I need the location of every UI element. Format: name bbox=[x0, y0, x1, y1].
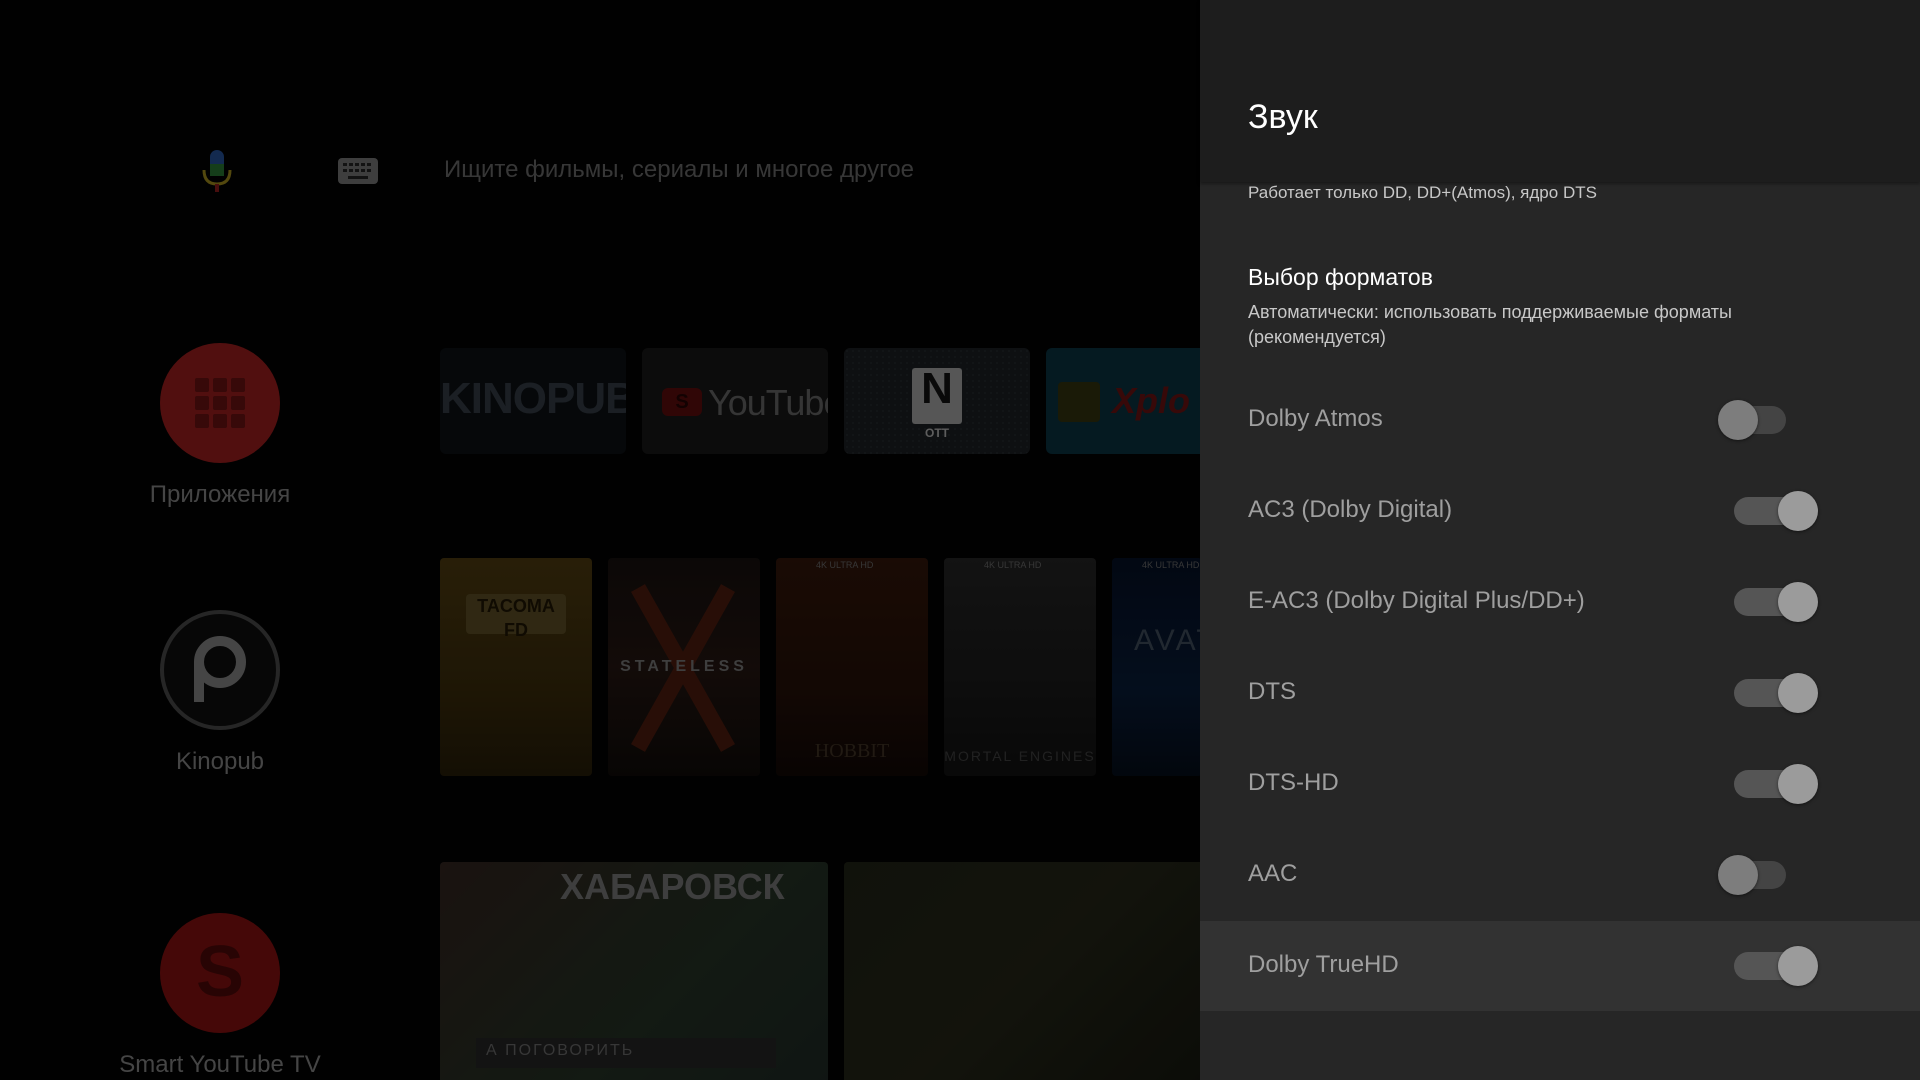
panel-title: Звук bbox=[1248, 98, 1318, 136]
kinopub-logo-icon bbox=[160, 610, 280, 730]
kinopub-shortcut[interactable]: Kinopub bbox=[110, 610, 330, 776]
xplore-tile-logo: Xplo bbox=[1112, 380, 1190, 421]
poster-hobbit[interactable]: 4K ULTRA HD HOBBIT bbox=[776, 558, 928, 776]
format-toggle[interactable] bbox=[1200, 375, 1920, 465]
format-selection-title[interactable]: Выбор форматов bbox=[1248, 264, 1433, 291]
launcher-home: Ищите фильмы, сериалы и многое другое Пр… bbox=[0, 0, 1200, 1080]
apps-grid-icon bbox=[160, 343, 280, 463]
format-toggle[interactable] bbox=[1200, 466, 1920, 556]
kinopub-label: Kinopub bbox=[175, 748, 265, 775]
apps-shortcut[interactable]: Приложения bbox=[110, 343, 330, 509]
format-row-aac[interactable]: AAC bbox=[1200, 830, 1920, 920]
format-row-dolby-truehd[interactable]: Dolby TrueHD bbox=[1200, 921, 1920, 1011]
youtube-app-tile[interactable]: S YouTube bbox=[642, 348, 828, 454]
format-row-ac3[interactable]: AC3 (Dolby Digital) bbox=[1200, 466, 1920, 556]
kinopub-app-tile[interactable]: KINOPUB bbox=[440, 348, 626, 454]
format-row-dolby-atmos[interactable]: Dolby Atmos bbox=[1200, 375, 1920, 465]
microphone-icon[interactable] bbox=[200, 150, 234, 194]
poster-avatar[interactable]: 4K ULTRA HD AVAT bbox=[1112, 558, 1200, 776]
format-row-eac3[interactable]: E-AC3 (Dolby Digital Plus/DD+) bbox=[1200, 557, 1920, 647]
n-ott-app-tile[interactable]: N OTT bbox=[844, 348, 1030, 454]
youtube-tile-logo: YouTube bbox=[708, 382, 828, 423]
format-toggle[interactable] bbox=[1200, 648, 1920, 738]
sound-settings-panel: Звук Работает только DD, DD+(Atmos), ядр… bbox=[1200, 0, 1920, 1080]
poster-mortal-engines[interactable]: 4K ULTRA HD MORTAL ENGINES bbox=[944, 558, 1096, 776]
format-toggle[interactable] bbox=[1200, 921, 1920, 1011]
format-row-dts-hd[interactable]: DTS-HD bbox=[1200, 739, 1920, 829]
wildlife-video-card[interactable] bbox=[844, 862, 1200, 1080]
smart-youtube-logo-icon: S bbox=[160, 913, 280, 1033]
kinopub-tile-logo: KINOPUB bbox=[440, 374, 626, 423]
xplore-logo-icon bbox=[1058, 382, 1100, 422]
passthrough-note: Работает только DD, DD+(Atmos), ядро DTS bbox=[1248, 183, 1597, 202]
smart-youtube-label: Smart YouTube TV bbox=[119, 1051, 321, 1078]
format-toggle[interactable] bbox=[1200, 739, 1920, 829]
format-row-dts[interactable]: DTS bbox=[1200, 648, 1920, 738]
format-selection-description: Автоматически: использовать поддерживаем… bbox=[1248, 302, 1732, 347]
search-input[interactable]: Ищите фильмы, сериалы и многое другое bbox=[444, 156, 914, 184]
youtube-play-icon: S bbox=[662, 388, 702, 416]
poster-tacoma-fd[interactable]: TACOMA FD bbox=[440, 558, 592, 776]
poster-stateless[interactable]: STATELESS bbox=[608, 558, 760, 776]
format-toggle[interactable] bbox=[1200, 557, 1920, 647]
smart-youtube-shortcut[interactable]: S Smart YouTube TV bbox=[110, 913, 330, 1079]
khabarovsk-video-card[interactable]: ХАБАРОВСК А ПОГОВОРИТЬ bbox=[440, 862, 828, 1080]
keyboard-icon[interactable] bbox=[338, 158, 378, 184]
format-toggle[interactable] bbox=[1200, 830, 1920, 920]
xplore-app-tile[interactable]: Xplo bbox=[1046, 348, 1200, 454]
apps-label: Приложения bbox=[149, 481, 291, 508]
panel-header: Звук bbox=[1200, 0, 1920, 182]
